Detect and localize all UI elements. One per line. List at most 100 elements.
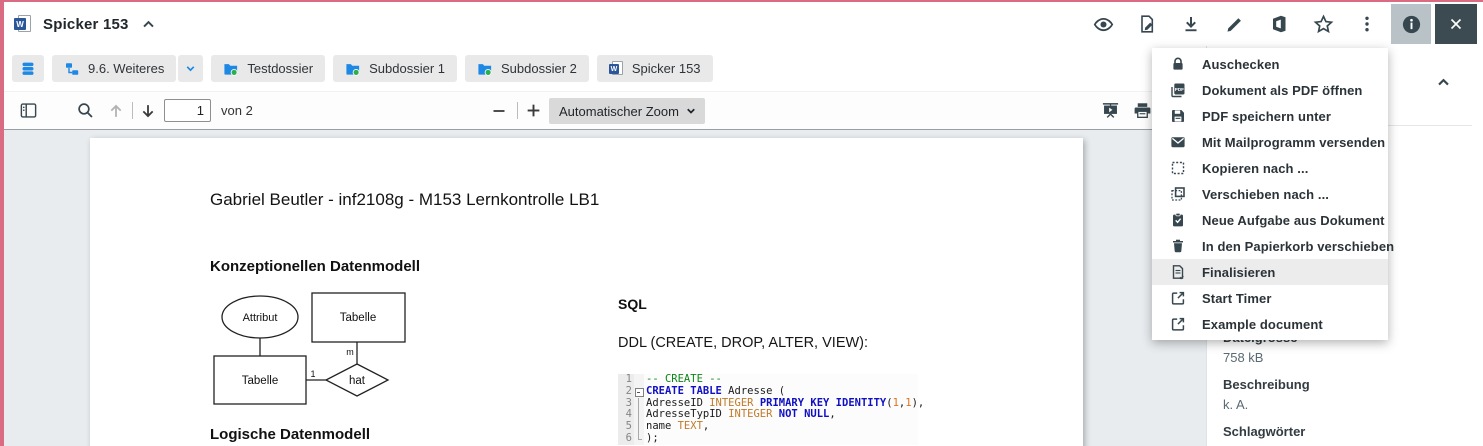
kebab-menu-button[interactable] [1347, 4, 1387, 44]
svg-text:m: m [346, 347, 354, 357]
title-bar: W Spicker 153 [4, 2, 1483, 46]
word-document-icon: W [609, 61, 624, 76]
breadcrumb-root-database[interactable] [12, 55, 44, 82]
menu-item-label: Kopieren nach ... [1202, 161, 1308, 176]
lock-icon [1170, 56, 1186, 72]
pdf-viewer[interactable]: Gabriel Beutler - inf2108g - M153 Lernko… [4, 130, 1206, 446]
zoom-in-button[interactable] [520, 92, 546, 129]
open-in-new-icon [1170, 290, 1186, 306]
svg-text:PDF: PDF [1175, 87, 1184, 92]
breadcrumb-item-weiteres[interactable]: 9.6. Weiteres [52, 55, 176, 82]
database-icon [20, 61, 36, 77]
document-edit-button[interactable] [1127, 4, 1167, 44]
er-diagram: Attribut Tabelle Tabelle hat m 1 [202, 284, 422, 418]
star-button[interactable] [1303, 4, 1343, 44]
doc-section-heading: Logische Datenmodell [210, 426, 370, 443]
page-count-label: von 2 [221, 103, 253, 118]
presentation-mode-button[interactable] [1094, 92, 1126, 129]
menu-item-auschecken[interactable]: Auschecken [1152, 51, 1388, 77]
pdf-toolbar: von 2 Automatischer Zoom [4, 92, 1206, 130]
open-in-new-icon [1170, 316, 1186, 332]
breadcrumb-item-subdossier1[interactable]: Subdossier 1 [333, 55, 457, 82]
move-icon [1170, 186, 1186, 202]
menu-item-example-document[interactable]: Example document [1152, 311, 1388, 337]
menu-item-kopieren-nach[interactable]: Kopieren nach ... [1152, 155, 1388, 181]
menu-item-mit-mailprogramm-versenden[interactable]: Mit Mailprogramm versenden [1152, 129, 1388, 155]
chevron-down-icon [184, 62, 197, 75]
breadcrumb-dropdown-toggle[interactable] [178, 55, 203, 82]
menu-item-label: Finalisieren [1202, 265, 1275, 280]
finalize-doc-check-icon [1170, 264, 1186, 280]
menu-item-neue-aufgabe-aus-dokument[interactable]: Neue Aufgabe aus Dokument [1152, 207, 1388, 233]
breadcrumb-label: Spicker 153 [632, 61, 701, 76]
sql-heading: SQL [618, 296, 647, 312]
folder-icon [477, 61, 493, 76]
pdf-icon: PDF [1170, 82, 1186, 98]
zoom-out-button[interactable] [486, 92, 512, 129]
search-button[interactable] [70, 92, 100, 129]
breadcrumb-label: 9.6. Weiteres [88, 61, 164, 76]
menu-item-label: Auschecken [1202, 57, 1280, 72]
copy-select-icon [1170, 160, 1186, 176]
sidebar-collapse-button[interactable] [1429, 68, 1457, 96]
menu-item-label: Mit Mailprogramm versenden [1202, 135, 1385, 150]
menu-item-finalisieren[interactable]: Finalisieren [1152, 259, 1388, 285]
doc-author-line: Gabriel Beutler - inf2108g - M153 Lernko… [210, 190, 599, 210]
breadcrumb-label: Subdossier 2 [501, 61, 577, 76]
breadcrumb-label: Subdossier 1 [369, 61, 445, 76]
previous-page-button[interactable] [102, 92, 130, 129]
svg-text:Tabelle: Tabelle [340, 312, 376, 324]
menu-item-verschieben-nach[interactable]: Verschieben nach ... [1152, 181, 1388, 207]
menu-item-in-den-papierkorb-verschieben[interactable]: In den Papierkorb verschieben [1152, 233, 1388, 259]
capture-edge-left [0, 0, 4, 446]
sql-code-block: 1-- CREATE --2CREATE TABLE Adresse (3Adr… [618, 374, 918, 445]
chevron-up-icon[interactable] [140, 16, 157, 33]
preview-eye-button[interactable] [1083, 4, 1123, 44]
menu-item-label: Neue Aufgabe aus Dokument [1202, 213, 1385, 228]
breadcrumb-label: Testdossier [247, 61, 313, 76]
svg-text:Attribut: Attribut [243, 312, 278, 324]
folder-icon [223, 61, 239, 76]
field-value: 758 kB [1223, 350, 1463, 365]
svg-text:1: 1 [310, 369, 315, 379]
breadcrumb: 9.6. Weiteres Testdossier Subdossier 1 [4, 46, 1206, 92]
breadcrumb-item-subdossier2[interactable]: Subdossier 2 [465, 55, 589, 82]
task-check-icon [1170, 212, 1186, 228]
next-page-button[interactable] [134, 92, 162, 129]
menu-item-label: In den Papierkorb verschieben [1202, 239, 1394, 254]
hierarchy-icon [64, 61, 80, 77]
menu-item-label: Dokument als PDF öffnen [1202, 83, 1362, 98]
mail-icon [1170, 134, 1186, 150]
folder-icon [345, 61, 361, 76]
sidebar-toggle-button[interactable] [12, 92, 44, 129]
svg-text:Tabelle: Tabelle [242, 375, 278, 387]
menu-item-label: Example document [1202, 317, 1323, 332]
breadcrumb-item-testdossier[interactable]: Testdossier [211, 55, 325, 82]
field-schlagwoerter: Schlagwörter [1223, 424, 1463, 439]
page-number-input[interactable] [164, 99, 211, 122]
download-button[interactable] [1171, 4, 1211, 44]
field-label: Schlagwörter [1223, 424, 1463, 439]
info-button[interactable] [1391, 4, 1431, 44]
zoom-select-value: Automatischer Zoom [559, 104, 679, 119]
zoom-select[interactable]: Automatischer Zoom [549, 98, 705, 124]
menu-item-label: PDF speichern unter [1202, 109, 1331, 124]
code-line: 6); [618, 433, 918, 445]
svg-text:hat: hat [349, 375, 366, 387]
menu-item-pdf-speichern-unter[interactable]: PDF speichern unter [1152, 103, 1388, 129]
office-button[interactable] [1259, 4, 1299, 44]
field-value: k. A. [1223, 397, 1463, 412]
trash-icon [1170, 238, 1186, 254]
capture-edge-top [0, 0, 1483, 2]
menu-item-dokument-als-pdf-oeffnen[interactable]: PDF Dokument als PDF öffnen [1152, 77, 1388, 103]
doc-section-heading: Konzeptionellen Datenmodell [210, 258, 420, 275]
toolbar-divider [517, 102, 518, 119]
menu-item-start-timer[interactable]: Start Timer [1152, 285, 1388, 311]
breadcrumb-item-spicker153[interactable]: W Spicker 153 [597, 55, 713, 82]
save-icon [1170, 108, 1186, 124]
app-window: W Spicker 153 [0, 0, 1483, 446]
edit-pencil-button[interactable] [1215, 4, 1255, 44]
close-button[interactable] [1435, 4, 1477, 44]
document-title: Spicker 153 [43, 16, 129, 33]
menu-item-label: Start Timer [1202, 291, 1272, 306]
